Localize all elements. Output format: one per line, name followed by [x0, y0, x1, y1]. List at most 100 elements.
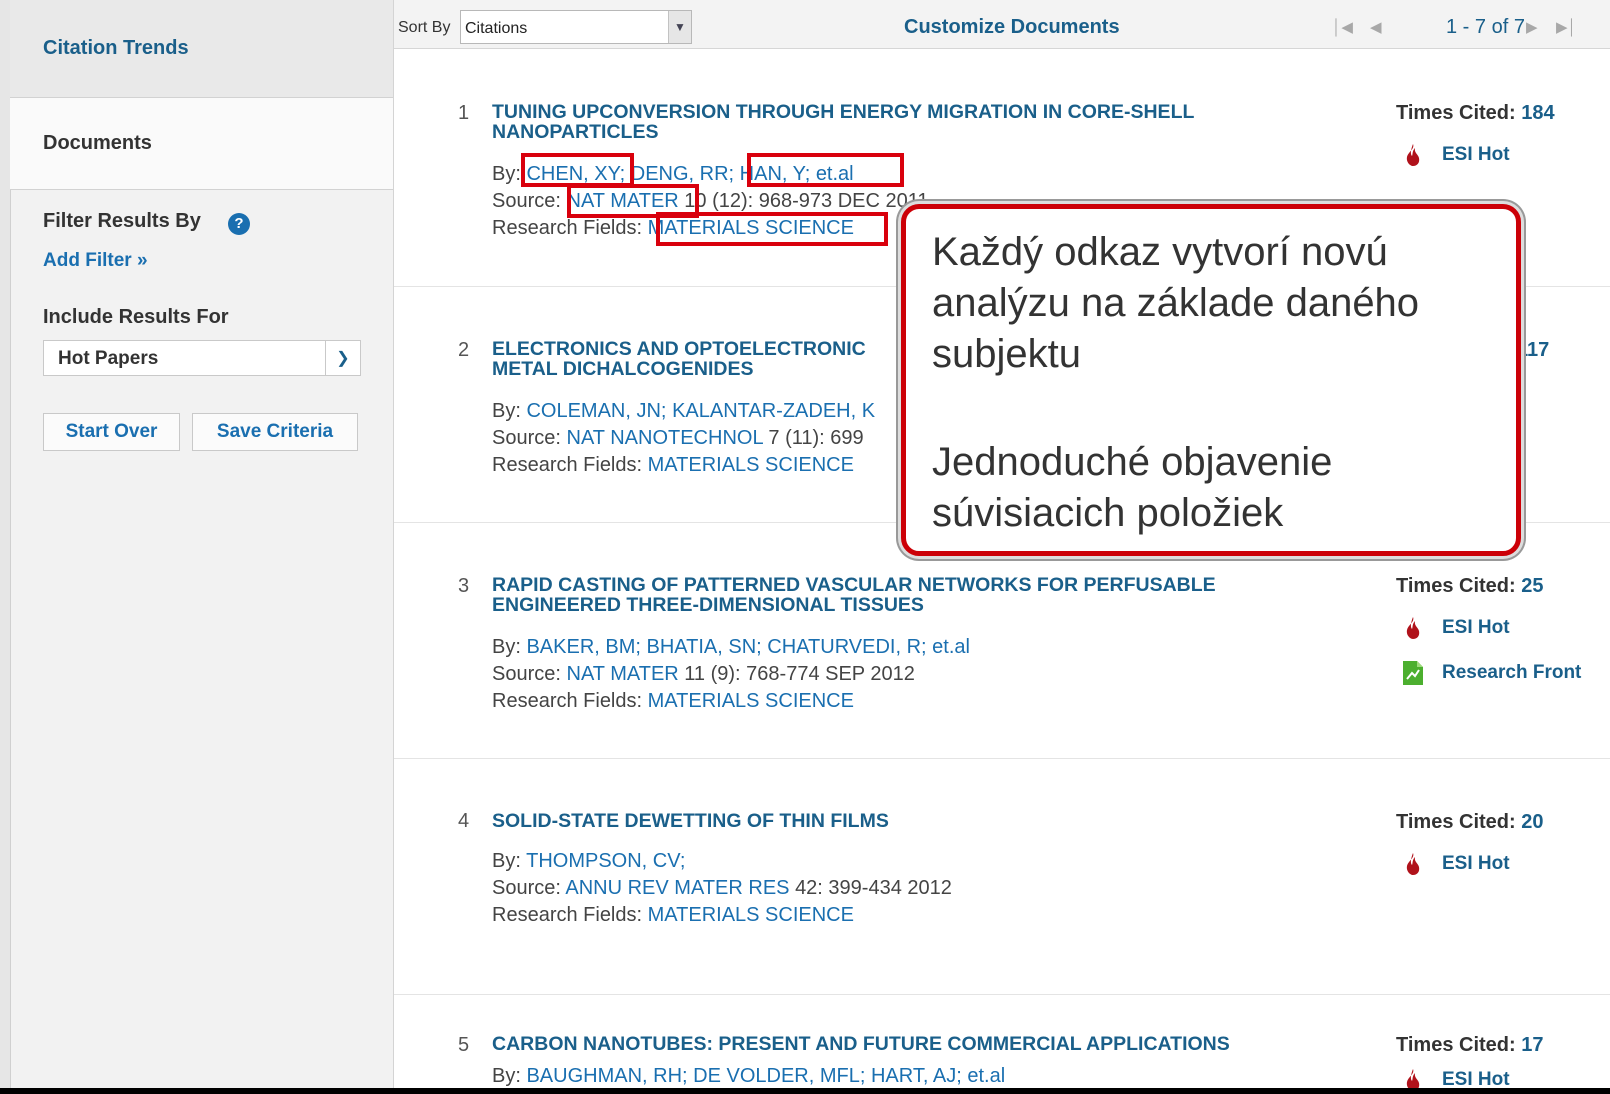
document-authors: By: BAKER, BM; BHATIA, SN; CHATURVEDI, R… [492, 636, 970, 659]
document-fields: Research Fields: MATERIALS SCIENCE [492, 454, 854, 477]
document-authors: By: THOMPSON, CV; [492, 850, 685, 873]
by-label: By: [492, 850, 521, 872]
times-cited: Times Cited: 17 [1396, 1034, 1543, 1057]
times-cited-label: Times Cited: [1396, 575, 1516, 597]
author-link[interactable]: et.al [967, 1065, 1005, 1087]
journal-link[interactable]: ANNU REV MATER RES [565, 877, 789, 899]
esi-hot-badge[interactable]: ESI Hot [1402, 616, 1510, 640]
times-cited-label: Times Cited: [1396, 1034, 1516, 1056]
document-fields: Research Fields: MATERIALS SCIENCE [492, 690, 854, 713]
fields-label: Research Fields: [492, 904, 643, 926]
times-cited-count[interactable]: 25 [1521, 575, 1543, 597]
callout-text-primary: Každý odkaz vytvorí novú analýzu na zákl… [932, 230, 1420, 376]
document-row: 4 SOLID-STATE DEWETTING OF THIN FILMS By… [394, 758, 1610, 995]
author-link[interactable]: et.al [932, 636, 970, 658]
last-page-icon[interactable]: ▶│ [1556, 18, 1577, 36]
flame-icon [1406, 1069, 1420, 1088]
by-label: By: [492, 163, 521, 185]
source-detail: 7 (11): 699 [768, 427, 864, 449]
document-source: Source: NAT MATER 11 (9): 768-774 SEP 20… [492, 663, 915, 686]
by-label: By: [492, 636, 521, 658]
documents-toolbar: Sort By Citations ▼ Customize Documents … [394, 0, 1610, 49]
source-label: Source: [492, 427, 561, 449]
source-detail: 11 (9): 768-774 SEP 2012 [684, 663, 915, 685]
document-title[interactable]: CARBON NANOTUBES: PRESENT AND FUTURE COM… [492, 1034, 1322, 1054]
esi-hot-label: ESI Hot [1442, 853, 1510, 874]
esi-hot-badge[interactable]: ESI Hot [1402, 1068, 1510, 1088]
help-icon[interactable]: ? [228, 213, 250, 235]
document-source: Source: ANNU REV MATER RES 42: 399-434 2… [492, 877, 952, 900]
sidebar-item-documents[interactable]: Documents [10, 98, 393, 190]
author-link[interactable]: BAUGHMAN, RH; [526, 1065, 687, 1087]
esi-hot-label: ESI Hot [1442, 1069, 1510, 1088]
customize-documents-link[interactable]: Customize Documents [904, 16, 1120, 39]
times-cited-count[interactable]: 117 [1517, 339, 1549, 361]
highlight-research-field-link [656, 212, 888, 246]
document-number: 2 [458, 339, 470, 361]
fields-label: Research Fields: [492, 690, 643, 712]
annotation-callout: Každý odkaz vytvorí novú analýzu na zákl… [901, 204, 1521, 556]
author-link[interactable]: COLEMAN, JN; [526, 400, 666, 422]
author-link[interactable]: BHATIA, SN; [647, 636, 762, 658]
add-filter-link[interactable]: Add Filter » [43, 250, 148, 272]
flame-icon [1406, 144, 1420, 166]
research-front-badge[interactable]: Research Front [1402, 660, 1581, 686]
sidebar-item-citation-trends[interactable]: Citation Trends [10, 0, 393, 98]
document-number: 4 [458, 810, 470, 832]
flame-icon [1406, 617, 1420, 639]
sidebar-item-label: Citation Trends [43, 37, 189, 59]
esi-hot-badge[interactable]: ESI Hot [1402, 143, 1510, 167]
times-cited-count[interactable]: 184 [1521, 102, 1554, 124]
esi-hot-badge[interactable]: ESI Hot [1402, 852, 1510, 876]
research-field-link[interactable]: MATERIALS SCIENCE [648, 454, 854, 476]
times-cited: Times Cited: 20 [1396, 811, 1543, 834]
journal-link[interactable]: NAT NANOTECHNOL [567, 427, 763, 449]
document-title[interactable]: TUNING UPCONVERSION THROUGH ENERGY MIGRA… [492, 102, 1322, 142]
document-number: 5 [458, 1034, 470, 1056]
esi-hot-label: ESI Hot [1442, 617, 1510, 638]
by-label: By: [492, 400, 521, 422]
times-cited-count[interactable]: 17 [1521, 1034, 1543, 1056]
research-field-link[interactable]: MATERIALS SCIENCE [648, 690, 854, 712]
author-link[interactable]: KALANTAR-ZADEH, K [672, 400, 875, 422]
prev-page-icon[interactable]: ◀ [1370, 18, 1382, 36]
first-page-icon[interactable]: │◀ [1332, 18, 1353, 36]
source-detail: 10 (12): 968-973 DEC 2011 [684, 190, 929, 212]
document-source: Source: NAT MATER 10 (12): 968-973 DEC 2… [492, 190, 929, 213]
app-window: Citation Trends Documents Filter Results… [0, 0, 1610, 1088]
save-criteria-button[interactable]: Save Criteria [192, 413, 358, 451]
fields-label: Research Fields: [492, 454, 643, 476]
callout-text-secondary: Jednoduché objavenie súvisiacich položie… [932, 440, 1333, 535]
document-number: 1 [458, 102, 470, 124]
start-over-button[interactable]: Start Over [43, 413, 180, 451]
chevron-down-icon[interactable]: ❯ [325, 341, 360, 375]
research-front-icon [1403, 661, 1423, 685]
author-link[interactable]: DE VOLDER, MFL; [693, 1065, 865, 1087]
research-field-link[interactable]: MATERIALS SCIENCE [648, 904, 854, 926]
sidebar: Citation Trends Documents Filter Results… [0, 0, 394, 1088]
source-label: Source: [492, 877, 561, 899]
times-cited-label: Times Cited: [1396, 102, 1516, 124]
document-title[interactable]: SOLID-STATE DEWETTING OF THIN FILMS [492, 811, 1322, 831]
document-title[interactable]: RAPID CASTING OF PATTERNED VASCULAR NETW… [492, 575, 1322, 615]
author-link[interactable]: DENG, RR; [631, 163, 734, 185]
include-results-select[interactable]: Hot Papers ❯ [43, 340, 361, 376]
next-page-icon[interactable]: ▶ [1526, 18, 1538, 36]
sort-by-value: Citations [465, 20, 528, 37]
filter-results-heading: Filter Results By [43, 210, 201, 232]
by-label: By: [492, 1065, 521, 1087]
document-authors: By: BAUGHMAN, RH; DE VOLDER, MFL; HART, … [492, 1065, 1005, 1088]
author-link[interactable]: BAKER, BM; [526, 636, 640, 658]
sidebar-item-label: Documents [43, 132, 152, 154]
journal-link[interactable]: NAT MATER [567, 663, 679, 685]
chevron-down-icon[interactable]: ▼ [668, 11, 691, 43]
source-label: Source: [492, 190, 561, 212]
author-link[interactable]: HART, AJ; [871, 1065, 962, 1087]
author-link[interactable]: CHATURVEDI, R; [767, 636, 926, 658]
author-link[interactable]: THOMPSON, CV; [526, 850, 685, 872]
sort-by-select[interactable]: Citations ▼ [460, 10, 692, 44]
times-cited-count[interactable]: 20 [1521, 811, 1543, 833]
source-detail: 42: 399-434 2012 [795, 877, 952, 899]
times-cited: Times Cited: 184 [1396, 102, 1555, 125]
flame-icon [1406, 853, 1420, 875]
